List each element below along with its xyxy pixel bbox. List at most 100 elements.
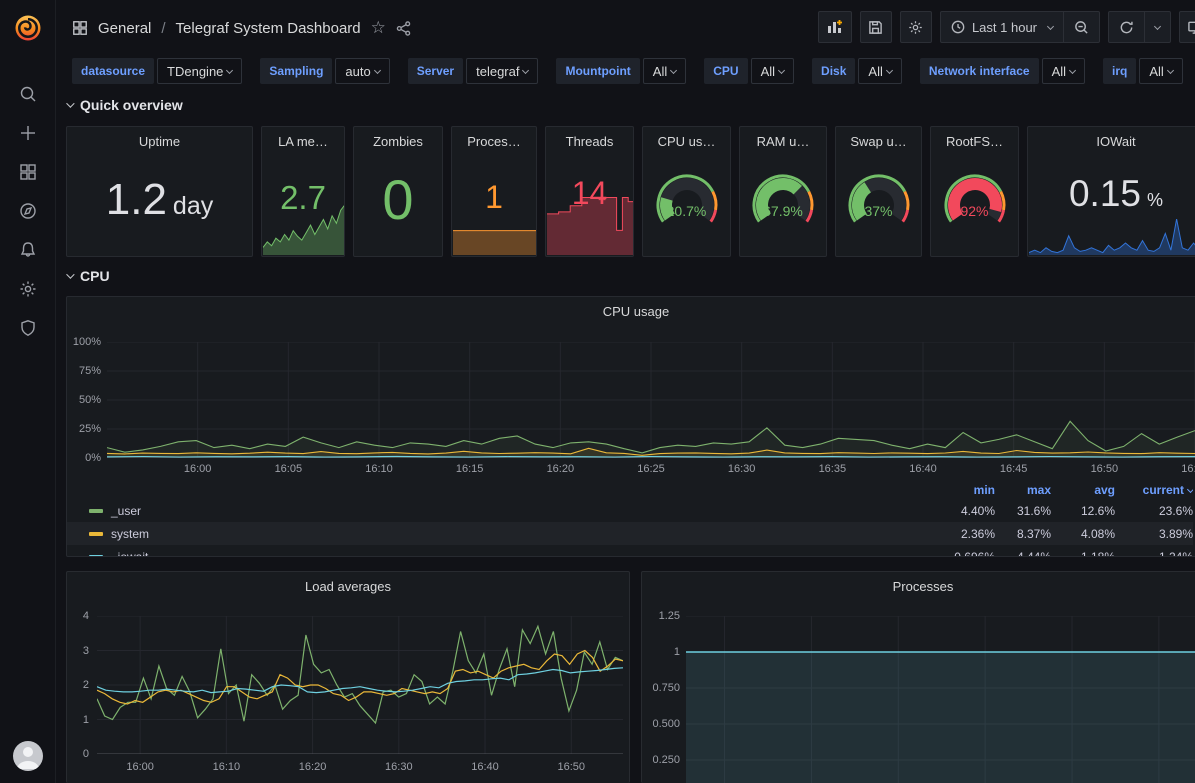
tick-label: 0.500 [644,718,680,730]
share-icon[interactable] [396,21,411,36]
save-dashboard-button[interactable] [860,11,892,43]
grafana-logo[interactable] [0,0,56,56]
dashboards-icon[interactable] [12,164,44,180]
tick-label: 25% [67,423,101,435]
var-value-network-interface[interactable]: All [1042,58,1085,84]
panel-cpu-usage-chart: CPU usage 100%75%50%25%0% 16:0016:0516:1… [66,296,1195,557]
panel-la-medium: LA me… 2.7 [261,126,345,257]
alerting-bell-icon[interactable] [12,242,44,258]
time-range-picker[interactable]: Last 1 hour [941,12,1063,42]
panel-title[interactable]: Threads [546,134,633,149]
var-label-irq[interactable]: irq [1103,58,1136,84]
tick-label: 16:50 [1091,463,1119,475]
create-plus-icon[interactable] [12,125,44,141]
panel-title[interactable]: Proces… [452,134,536,149]
panel-title[interactable]: Zombies [354,134,442,149]
settings-gear-icon[interactable] [12,281,44,297]
legend-col-current[interactable]: current [1115,483,1193,497]
processes-chart-plot[interactable] [686,616,1195,783]
panel-ram-usage-gauge: RAM u… 67.9% [739,126,827,257]
var-label-datasource[interactable]: datasource [72,58,154,84]
load-chart-plot[interactable] [97,616,623,754]
cpu-gauge-value: 20.7% [643,203,730,219]
tick-label: 16:20 [547,463,575,475]
dashboard-title[interactable]: Telegraf System Dashboard [176,20,361,37]
panel-rootfs-gauge: RootFS… 92% [930,126,1019,257]
var-label-disk[interactable]: Disk [812,58,855,84]
tv-mode-button[interactable] [1179,11,1195,43]
monitor-icon [1187,20,1195,35]
panel-zombies: Zombies 0 [353,126,443,257]
legend-col-max[interactable]: max [995,483,1051,497]
add-panel-button[interactable] [818,11,852,43]
clock-icon [951,20,965,34]
var-label-cpu[interactable]: CPU [704,58,747,84]
tick-label: 2 [67,679,89,691]
tick-label: 16:40 [909,463,937,475]
tick-label: 16:25 [637,463,665,475]
refresh-icon [1119,20,1134,35]
var-label-mountpoint[interactable]: Mountpoint [556,58,639,84]
section-quick-overview[interactable]: Quick overview [66,97,183,113]
panel-title[interactable]: Load averages [67,579,629,594]
star-icon[interactable]: ☆ [371,18,386,38]
time-range-label: Last 1 hour [972,20,1037,35]
tick-label: 0.750 [644,682,680,694]
var-value-disk[interactable]: All [858,58,901,84]
panel-title[interactable]: LA me… [262,134,344,149]
zoom-out-time-button[interactable] [1063,12,1099,42]
user-avatar[interactable] [13,741,43,771]
processes-sparkline [453,177,535,255]
var-value-sampling[interactable]: auto [335,58,389,84]
var-value-server[interactable]: telegraf [466,58,538,84]
tick-label: 16:05 [275,463,303,475]
var-label-sampling[interactable]: Sampling [260,58,332,84]
tick-label: 16:10 [213,761,241,773]
search-icon[interactable] [12,86,44,102]
var-value-irq[interactable]: All [1139,58,1182,84]
tick-label: 16:00 [126,761,154,773]
panel-title[interactable]: IOWait [1028,134,1195,149]
panel-title[interactable]: Processes [642,579,1195,594]
var-value-mountpoint[interactable]: All [643,58,686,84]
var-value-datasource[interactable]: TDengine [157,58,242,84]
var-label-server[interactable]: Server [408,58,463,84]
tick-label: 0.250 [644,754,680,766]
legend-col-avg[interactable]: avg [1051,483,1115,497]
section-cpu[interactable]: CPU [66,268,110,284]
panel-load-averages: Load averages 43210 16:0016:1016:2016:30… [66,571,630,783]
legend-series-system[interactable]: system [89,527,933,541]
admin-shield-icon[interactable] [12,320,44,336]
dashboard-grid-icon [72,20,88,36]
navbar-actions: Last 1 hour [818,11,1195,43]
refresh-button[interactable] [1109,12,1144,42]
cpu-chart-plot[interactable] [107,342,1195,458]
panel-title[interactable]: CPU usage [67,304,1195,319]
tick-label: 16:30 [385,761,413,773]
breadcrumb-section[interactable]: General [98,20,151,37]
legend-col-min[interactable]: min [933,483,995,497]
panel-title[interactable]: Swap u… [836,134,921,149]
var-value-cpu[interactable]: All [751,58,794,84]
refresh-interval-dropdown[interactable] [1144,12,1170,42]
panel-title[interactable]: RootFS… [931,134,1018,149]
panel-threads: Threads 14 [545,126,634,257]
tick-label: 4 [67,610,89,622]
var-label-network-interface[interactable]: Network interface [920,58,1039,84]
tick-label: 16:45 [1000,463,1028,475]
cpu-legend-header: min max avg current [67,481,1193,499]
legend-series-iowait[interactable]: _iowait [89,550,933,557]
panel-title[interactable]: RAM u… [740,134,826,149]
tick-label: 16:40 [471,761,499,773]
tick-label: 16:15 [456,463,484,475]
panel-title[interactable]: CPU us… [643,134,730,149]
legend-series-user[interactable]: _user [89,504,933,518]
collapse-chevron-icon [66,99,74,107]
refresh-controls [1108,11,1171,43]
explore-compass-icon[interactable] [12,203,44,219]
dashboard-variables: datasourceTDengine Samplingauto Serverte… [72,58,1183,84]
tick-label: 0% [67,452,101,464]
tick-label: 16:55 [1181,463,1195,475]
panel-title[interactable]: Uptime [67,134,252,149]
dashboard-settings-button[interactable] [900,11,932,43]
